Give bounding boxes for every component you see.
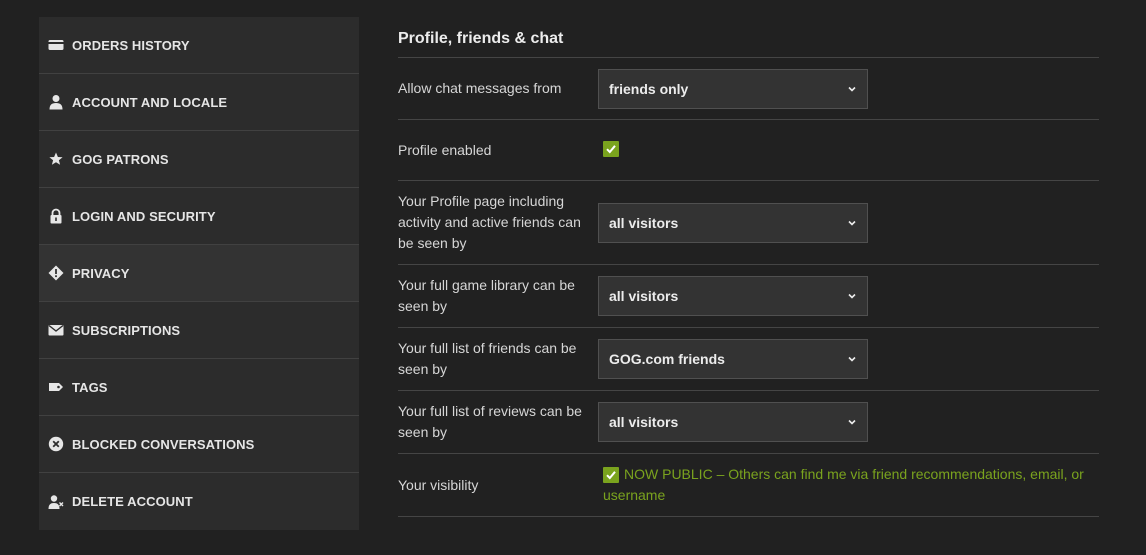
chevron-down-icon: [847, 84, 857, 94]
sidebar-item-label: ACCOUNT AND LOCALE: [72, 94, 228, 110]
sidebar-item-subscriptions[interactable]: SUBSCRIPTIONS: [39, 302, 359, 359]
sidebar-item-blocked-conversations[interactable]: BLOCKED CONVERSATIONS: [39, 416, 359, 473]
profile-enabled-label: Profile enabled: [398, 141, 492, 158]
account-sidebar: ORDERS HISTORY ACCOUNT AND LOCALE GOG PA…: [39, 17, 359, 530]
chevron-down-icon: [847, 354, 857, 364]
privacy-diamond-icon: [48, 265, 64, 281]
select-value: all visitors: [609, 288, 679, 304]
tag-icon: [48, 379, 64, 395]
profile-enabled-row: Profile enabled: [398, 120, 1099, 181]
credit-card-icon: [48, 37, 64, 53]
chat-messages-select[interactable]: friends only: [598, 68, 868, 109]
chat-messages-row: Allow chat messages from friends only: [398, 58, 1099, 120]
star-icon: [48, 151, 64, 167]
chat-messages-label: Allow chat messages from: [398, 80, 562, 96]
sidebar-item-delete-account[interactable]: DELETE ACCOUNT: [39, 473, 359, 530]
sidebar-item-label: LOGIN AND SECURITY: [72, 208, 216, 224]
visibility-status-text: NOW PUBLIC – Others can find me via frie…: [603, 466, 1084, 503]
chevron-down-icon: [847, 218, 857, 228]
sidebar-item-privacy[interactable]: PRIVACY: [39, 245, 359, 302]
sidebar-item-account-and-locale[interactable]: ACCOUNT AND LOCALE: [39, 74, 359, 131]
reviews-list-label: Your full list of reviews can be seen by: [398, 403, 582, 440]
user-icon: [48, 94, 64, 110]
game-library-label: Your full game library can be seen by: [398, 277, 575, 314]
profile-page-label: Your Profile page including activity and…: [398, 193, 581, 251]
reviews-list-row: Your full list of reviews can be seen by…: [398, 391, 1099, 454]
envelope-icon: [48, 322, 64, 338]
game-library-row: Your full game library can be seen by al…: [398, 265, 1099, 328]
sidebar-item-label: SUBSCRIPTIONS: [72, 322, 181, 338]
friends-list-row: Your full list of friends can be seen by…: [398, 328, 1099, 391]
sidebar-item-label: ORDERS HISTORY: [72, 37, 190, 53]
chevron-down-icon: [847, 417, 857, 427]
privacy-settings-panel: Profile, friends & chat Allow chat messa…: [398, 17, 1099, 517]
visibility-status: NOW PUBLIC – Others can find me via frie…: [603, 464, 1098, 506]
sidebar-item-label: PRIVACY: [72, 265, 130, 281]
visibility-checkbox[interactable]: [603, 467, 619, 483]
visibility-row: Your visibility NOW PUBLIC – Others can …: [398, 454, 1099, 517]
profile-enabled-checkbox[interactable]: [603, 140, 619, 157]
sidebar-item-label: BLOCKED CONVERSATIONS: [72, 436, 255, 452]
profile-page-select[interactable]: all visitors: [598, 202, 868, 243]
reviews-list-select[interactable]: all visitors: [598, 402, 868, 442]
select-value: GOG.com friends: [609, 351, 725, 367]
sidebar-item-tags[interactable]: TAGS: [39, 359, 359, 416]
sidebar-item-label: TAGS: [72, 379, 108, 395]
profile-page-row: Your Profile page including activity and…: [398, 181, 1099, 265]
blocked-x-icon: [48, 436, 64, 452]
chevron-down-icon: [847, 291, 857, 301]
sidebar-item-label: DELETE ACCOUNT: [72, 494, 193, 509]
select-value: all visitors: [609, 214, 679, 231]
sidebar-item-label: GOG PATRONS: [72, 151, 169, 167]
sidebar-item-login-and-security[interactable]: LOGIN AND SECURITY: [39, 188, 359, 245]
sidebar-item-gog-patrons[interactable]: GOG PATRONS: [39, 131, 359, 188]
sidebar-item-orders-history[interactable]: ORDERS HISTORY: [39, 17, 359, 74]
friends-list-label: Your full list of friends can be seen by: [398, 340, 577, 377]
select-value: friends only: [609, 80, 689, 97]
lock-icon: [48, 208, 64, 224]
user-remove-icon: [48, 494, 64, 510]
select-value: all visitors: [609, 414, 679, 430]
friends-list-select[interactable]: GOG.com friends: [598, 339, 868, 379]
visibility-label: Your visibility: [398, 476, 479, 493]
game-library-select[interactable]: all visitors: [598, 276, 868, 316]
section-title: Profile, friends & chat: [398, 17, 1099, 58]
